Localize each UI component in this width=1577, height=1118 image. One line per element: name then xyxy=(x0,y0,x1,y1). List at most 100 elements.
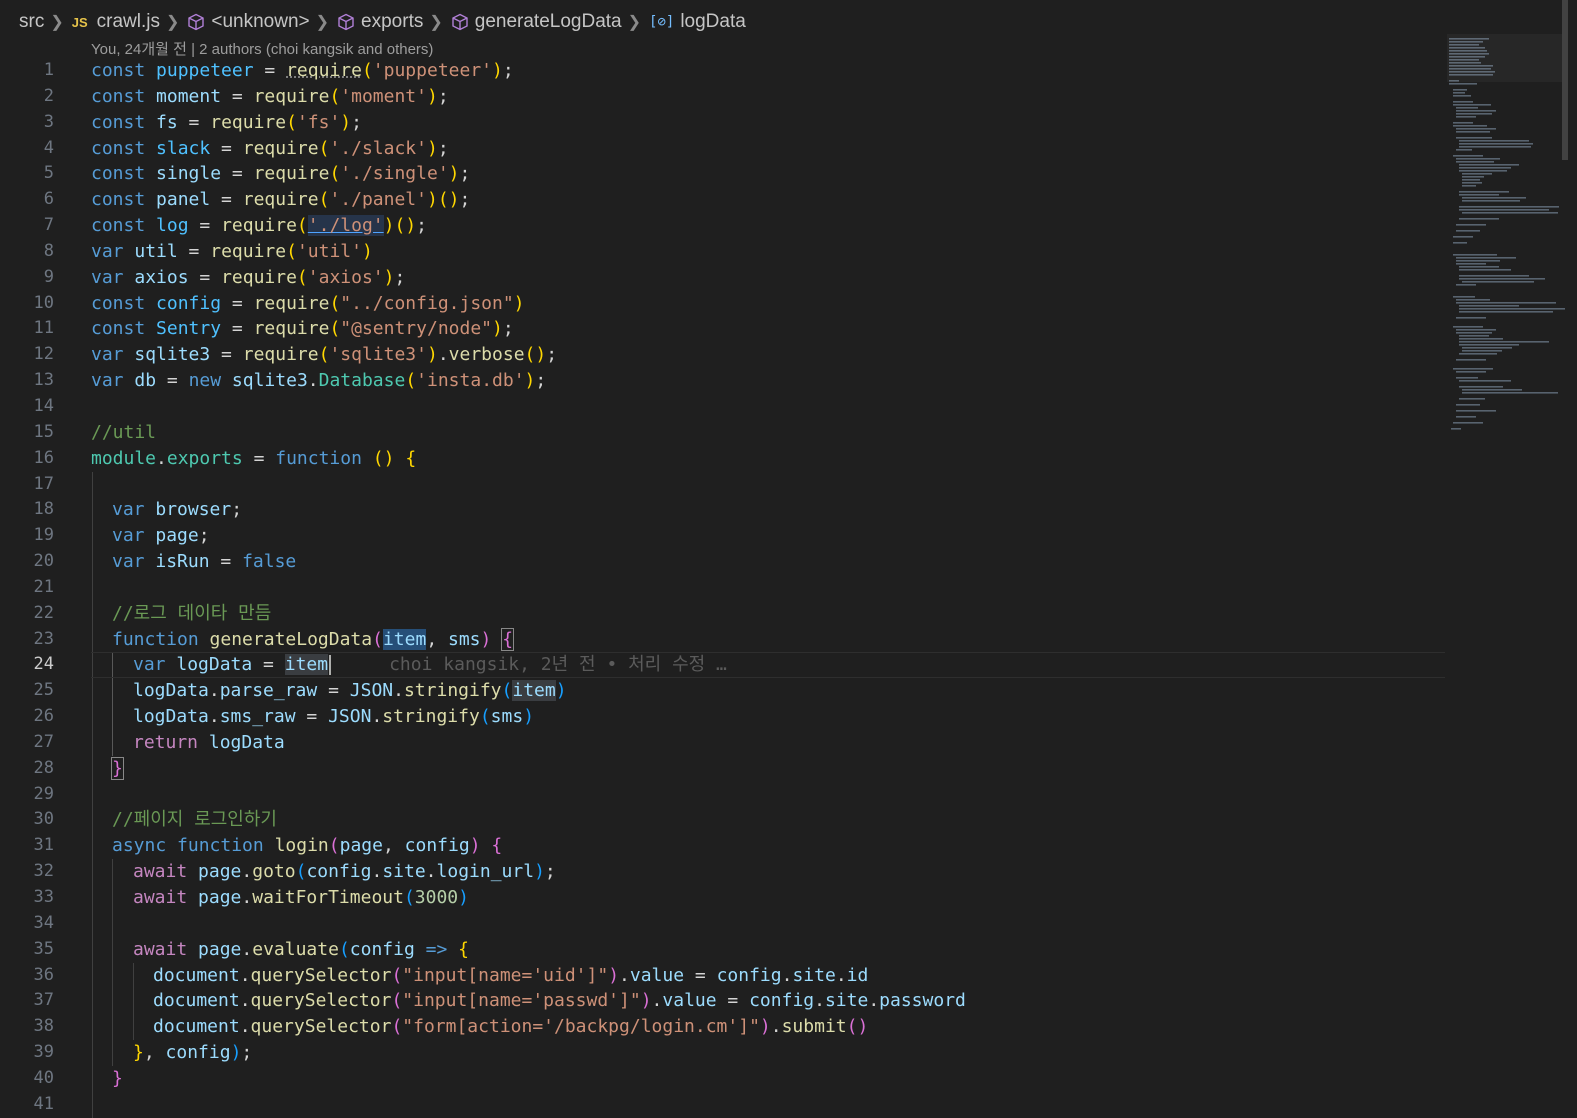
code-line[interactable]: 7 const log = require('./log')(); xyxy=(0,213,1445,239)
code-token: = xyxy=(188,215,222,237)
code-line[interactable]: 12 var sqlite3 = require('sqlite3').verbo… xyxy=(0,342,1445,368)
code-token: ) xyxy=(469,835,481,857)
indent-guide xyxy=(112,910,113,937)
code-token: ; xyxy=(544,861,556,883)
breadcrumb-item-logdata[interactable]: [⊘] logData xyxy=(649,11,746,33)
code-token: . xyxy=(241,938,253,960)
code-token: config xyxy=(156,292,222,314)
code-token: var xyxy=(91,240,124,262)
code-line[interactable]: 21 xyxy=(0,574,1445,601)
code-line[interactable]: 14 xyxy=(0,394,1445,420)
code-line[interactable]: 18 var browser; xyxy=(0,497,1445,524)
code-token: = xyxy=(188,266,222,288)
code-token: const xyxy=(91,189,146,211)
code-line[interactable]: 41 xyxy=(0,1091,1445,1118)
line-content: await page.goto(config.site.login_url); xyxy=(133,859,556,885)
code-line[interactable]: 13 var db = new sqlite3.Database('insta.d… xyxy=(0,368,1445,394)
code-line[interactable]: 32 await page.goto(config.site.login_url)… xyxy=(0,859,1445,885)
code-token: //로그 데이타 만듬 xyxy=(112,602,272,624)
code-line[interactable]: 23 function generateLogData(item, sms) { xyxy=(0,626,1445,653)
module-link[interactable]: './log' xyxy=(307,215,384,237)
line-content: var logData = item choi kangsik, 2년 전 • 처… xyxy=(133,652,727,678)
code-line[interactable]: 2 const moment = require('moment'); xyxy=(0,84,1445,110)
code-token: require xyxy=(253,318,330,340)
code-token: var xyxy=(112,551,145,573)
code-line[interactable]: 36 document.querySelector("input[name='ui… xyxy=(0,962,1445,989)
code-token: => xyxy=(414,938,459,960)
breadcrumb-item-file[interactable]: JS crawl.js ❯ xyxy=(72,11,188,33)
code-line[interactable]: 33 await page.waitForTimeout(3000) xyxy=(0,885,1445,911)
line-content: const Sentry = require("@sentry/node"); xyxy=(91,316,514,342)
minimap[interactable] xyxy=(1447,34,1565,434)
code-line[interactable]: 10 const config = require("../config.json… xyxy=(0,291,1445,317)
code-line[interactable]: 3 const fs = require('fs'); xyxy=(0,110,1445,136)
code-token: ( xyxy=(329,163,341,185)
code-line[interactable]: 19 var page; xyxy=(0,523,1445,550)
code-token: require xyxy=(210,240,287,262)
line-content: var browser; xyxy=(112,497,242,523)
code-token: = xyxy=(221,163,254,185)
code-line[interactable]: 28} xyxy=(0,755,1445,782)
code-token: ; xyxy=(535,370,547,392)
code-token: config xyxy=(716,964,782,986)
code-line[interactable]: 5 const single = require('./single'); xyxy=(0,161,1445,187)
line-number: 15 xyxy=(33,421,54,442)
code-line[interactable]: 37 document.querySelector("input[name='pa… xyxy=(0,988,1445,1015)
code-editor[interactable]: 1 const puppeteer = require('puppeteer');… xyxy=(0,58,1445,1118)
code-line[interactable]: 30 //페이지 로그인하기 xyxy=(0,807,1445,834)
codelens-authors[interactable]: You, 24개월 전 | 2 authors (choi kangsik an… xyxy=(91,38,433,59)
code-line[interactable]: 39}, config); xyxy=(0,1040,1445,1066)
code-line[interactable]: 34 xyxy=(0,910,1445,937)
code-line[interactable]: 20 var isRun = false xyxy=(0,549,1445,575)
code-line[interactable]: 15 //util xyxy=(0,420,1445,446)
line-content: //util xyxy=(91,420,156,446)
code-line[interactable]: 25 logData.parse_raw = JSON.stringify(ite… xyxy=(0,678,1445,705)
code-line[interactable]: 27 return logData xyxy=(0,729,1445,756)
code-token: ( xyxy=(286,240,297,262)
code-token: const xyxy=(91,163,146,185)
code-token: ) xyxy=(426,189,438,211)
breadcrumb-item-unknown[interactable]: <unknown> ❯ xyxy=(187,11,337,33)
code-line[interactable]: 31 async function login(page, config) { xyxy=(0,833,1445,860)
code-token: ; xyxy=(241,1042,253,1064)
indent-guide xyxy=(112,859,113,885)
breadcrumb-item-generatelogdata[interactable]: generateLogData ❯ xyxy=(451,11,649,33)
breadcrumb-item-src[interactable]: src ❯ xyxy=(19,11,72,33)
vertical-scrollbar[interactable] xyxy=(1562,0,1568,160)
breadcrumb-item-exports[interactable]: exports ❯ xyxy=(337,11,451,33)
code-line[interactable]: 29 xyxy=(0,781,1445,808)
code-line[interactable]: 4 const slack = require('./slack'); xyxy=(0,136,1445,162)
code-line[interactable]: 17 xyxy=(0,471,1445,498)
code-token: = xyxy=(209,551,243,573)
code-line-active[interactable]: 24 var logData = item choi kangsik, 2년 전 •… xyxy=(0,652,1445,679)
code-line[interactable]: 22 //로그 데이타 만듬 xyxy=(0,600,1445,627)
code-line[interactable]: 26 logData.sms_raw = JSON.stringify(sms) xyxy=(0,704,1445,730)
code-token: config xyxy=(306,861,372,883)
code-line[interactable]: 11 const Sentry = require("@sentry/node")… xyxy=(0,316,1445,342)
code-token: = xyxy=(242,447,276,469)
code-token: . xyxy=(770,1016,782,1038)
code-line[interactable]: 1 const puppeteer = require('puppeteer'); xyxy=(0,58,1445,84)
code-line[interactable]: 35 await page.evaluate(config => { xyxy=(0,936,1445,963)
code-line[interactable]: 6 const panel = require('./panel')(); xyxy=(0,187,1445,213)
code-token: require xyxy=(242,344,319,366)
line-number: 40 xyxy=(33,1067,54,1088)
code-line[interactable]: 16 module.exports = function () { xyxy=(0,446,1445,472)
inline-blame[interactable]: choi kangsik, 2년 전 • 처리 수정 … xyxy=(389,654,727,675)
code-line[interactable]: 8 var util = require('util') xyxy=(0,239,1445,265)
code-line[interactable]: 9 var axios = require('axios'); xyxy=(0,265,1445,291)
code-token: ) xyxy=(405,215,417,237)
breadcrumb-label: crawl.js xyxy=(96,11,160,32)
code-token: , xyxy=(382,835,405,857)
code-token: var xyxy=(112,525,145,547)
code-token: JSON xyxy=(328,706,372,728)
code-token: . xyxy=(393,680,404,702)
code-token: ( xyxy=(394,215,406,237)
code-token: axios xyxy=(134,266,189,288)
code-line[interactable]: 38 document.querySelector("form[action='/… xyxy=(0,1014,1445,1041)
code-line[interactable]: 40} xyxy=(0,1065,1445,1092)
